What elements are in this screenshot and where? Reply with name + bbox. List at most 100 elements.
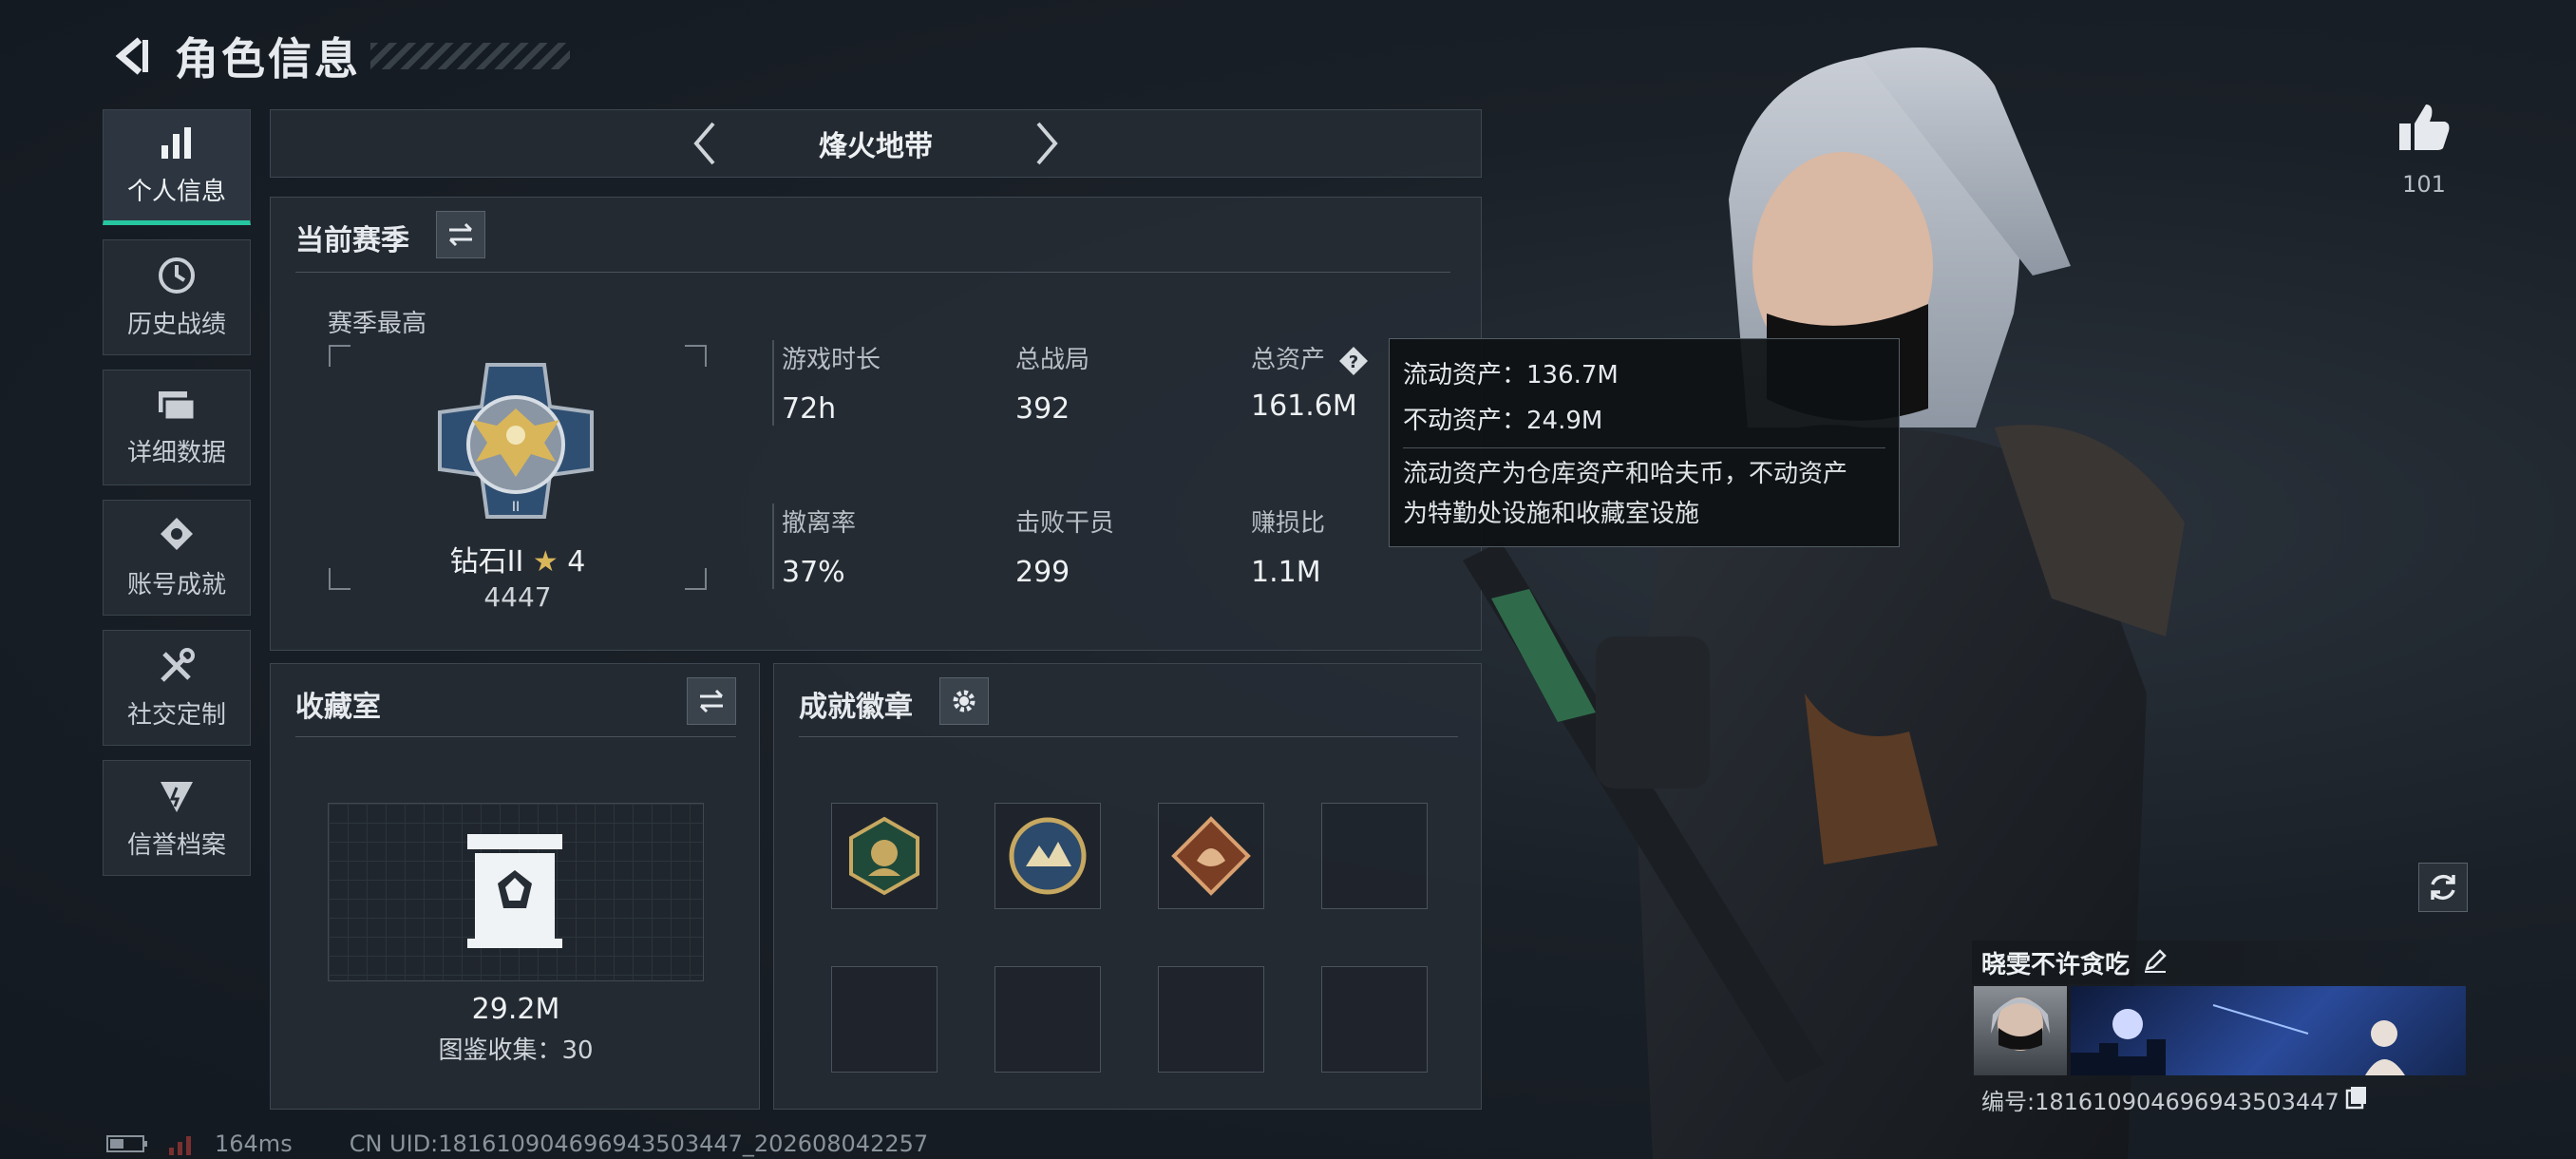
medal-icon (161, 517, 193, 550)
rank-emblem: II (438, 363, 594, 519)
current-season-panel: 当前赛季 赛季最高 II 钻石II ★ 4 4447 游戏时长 72h 总战局 … (270, 197, 1482, 651)
player-name: 晓雯不许贪吃 (1981, 950, 2131, 979)
sidebar-item-label: 个人信息 (126, 177, 226, 206)
sidebar-item-reputation[interactable]: 信誉档案 (103, 760, 251, 876)
night-sky-banner-image (2071, 1004, 2405, 1075)
signal-icon (169, 1136, 191, 1155)
badge-slot-empty[interactable] (831, 966, 938, 1073)
like-button[interactable] (2394, 103, 2454, 156)
catalog-count: 图鉴收集：30 (438, 1036, 594, 1065)
stat-total-matches: 总战局 392 (1015, 346, 1090, 426)
rank-title: 钻石II ★ 4 (328, 538, 708, 580)
sidebar-item-personal-info[interactable]: 个人信息 (103, 109, 251, 225)
badge-icon (849, 816, 919, 896)
assets-description-1: 流动资产为仓库资产和哈夫币，不动资产 (1403, 460, 1848, 488)
season-best-label: 赛季最高 (328, 310, 427, 338)
gear-icon (953, 690, 975, 712)
chevron-right-icon (1036, 122, 1058, 165)
section-title: 成就徽章 (799, 691, 913, 724)
refresh-icon (2431, 874, 2455, 901)
mode-selector: 烽火地带 (270, 109, 1482, 178)
uid-text: CN UID:18161090469694350​3447_2026080422… (349, 1130, 929, 1157)
stat-play-time: 游戏时长 72h (772, 340, 881, 426)
collection-switch-button[interactable] (687, 677, 736, 725)
svg-text:II: II (512, 500, 520, 515)
copy-icon (2345, 1086, 2366, 1109)
sidebar: 个人信息 历史战绩 详细数据 账号成就 社交定制 信誉档案 (103, 109, 251, 890)
divider (295, 272, 1450, 273)
rank-points: 4447 (483, 581, 552, 613)
thumbs-up-icon (2399, 104, 2450, 150)
avatar-image (1991, 998, 2050, 1051)
collection-value: 29.2M (471, 993, 560, 1026)
stat-total-assets: 总资产 ? 161.6M (1243, 340, 1369, 423)
safe-icon (467, 834, 562, 948)
switch-icon (699, 689, 724, 713)
sidebar-item-social[interactable]: 社交定制 (103, 630, 251, 746)
rank-name: 钻石II (449, 545, 524, 579)
badge-icon (1171, 816, 1251, 896)
collection-preview (328, 803, 704, 981)
rank-stars: 4 (567, 545, 586, 579)
badge-slot-empty[interactable] (1158, 966, 1264, 1073)
divider (799, 736, 1458, 737)
sidebar-item-label: 详细数据 (126, 438, 226, 467)
stat-extraction-rate: 撤离率 37% (772, 504, 856, 589)
page-title: 角色信息 (175, 33, 361, 85)
switch-button[interactable] (436, 211, 485, 258)
edit-name-button[interactable] (2143, 948, 2168, 977)
header: 角色信息 (104, 25, 570, 87)
badge-slot[interactable] (1158, 803, 1264, 909)
collection-panel: 收藏室 29.2M 图鉴收集：30 (270, 663, 760, 1110)
tools-icon (161, 647, 195, 682)
badge-slot[interactable] (831, 803, 938, 909)
chevron-left-icon (693, 122, 715, 165)
battery-icon (106, 1135, 147, 1152)
back-arrow-icon (115, 37, 148, 75)
section-title: 当前赛季 (295, 224, 409, 257)
liquid-assets: 流动资产：136.7M (1403, 361, 1619, 390)
sidebar-item-label: 信誉档案 (126, 830, 226, 860)
sidebar-item-label: 社交定制 (126, 700, 226, 730)
like-count: 101 (2402, 171, 2446, 198)
prev-mode-button[interactable] (676, 115, 733, 172)
sidebar-item-detailed-data[interactable]: 详细数据 (103, 370, 251, 485)
sidebar-item-history[interactable]: 历史战绩 (103, 239, 251, 355)
achievement-settings-button[interactable] (939, 677, 989, 725)
refresh-button[interactable] (2418, 863, 2468, 912)
folder-icon (159, 390, 197, 421)
fixed-assets: 不动资产：24.9M (1403, 407, 1603, 435)
section-title: 收藏室 (295, 691, 381, 724)
copy-id-button[interactable] (2345, 1085, 2368, 1115)
badge-icon (1009, 817, 1087, 895)
badge-slot-empty[interactable] (1321, 803, 1428, 909)
player-id: 编号:1816109046969435034​47 (1981, 1083, 2368, 1116)
badge-slot-empty[interactable] (1321, 966, 1428, 1073)
svg-text:?: ? (1349, 352, 1358, 372)
avatar[interactable] (1974, 986, 2067, 1075)
stat-profit-loss: 赚损比 1.1M (1251, 509, 1326, 589)
help-icon[interactable]: ? (1338, 346, 1369, 376)
assets-description-2: 为特勤处设施和收藏室设施 (1403, 500, 1700, 528)
sidebar-item-achievements[interactable]: 账号成就 (103, 500, 251, 616)
next-mode-button[interactable] (1018, 115, 1075, 172)
bar-chart-icon (161, 126, 191, 159)
title-decoration (370, 43, 570, 69)
profile-banner (2071, 986, 2466, 1075)
badge-slot-empty[interactable] (994, 966, 1101, 1073)
divider (1403, 447, 1885, 448)
status-bar: 164ms CN UID:18161090469694350​3447_2026… (106, 1130, 928, 1157)
badge-slot[interactable] (994, 803, 1101, 909)
pencil-icon (2145, 949, 2167, 973)
divider (295, 736, 736, 737)
sidebar-item-label: 历史战绩 (126, 310, 226, 339)
mode-name: 烽火地带 (819, 130, 933, 163)
ping-value: 164ms (215, 1130, 293, 1157)
star-icon: ★ (532, 545, 559, 579)
clock-icon (159, 256, 195, 294)
shield-icon (161, 781, 193, 812)
profile-name-bar: 晓雯不许贪吃 (1972, 940, 2466, 984)
sidebar-item-label: 账号成就 (126, 570, 226, 599)
achievements-panel: 成就徽章 (773, 663, 1482, 1110)
back-button[interactable] (104, 28, 161, 85)
